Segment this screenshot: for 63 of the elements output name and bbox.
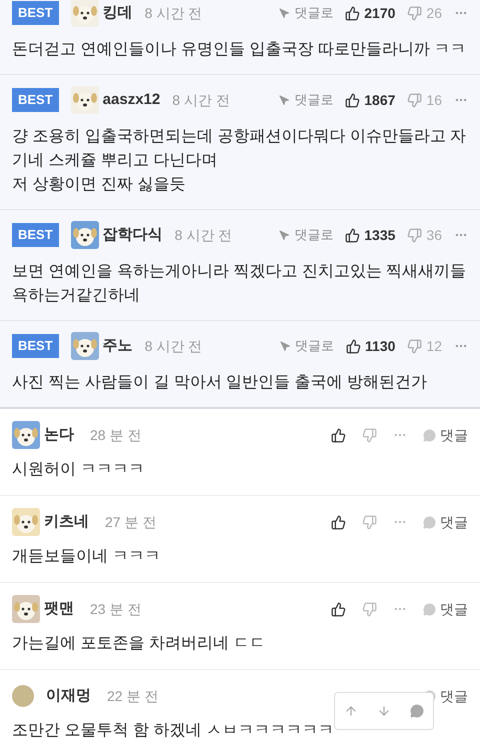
author-name[interactable]: 논다 — [44, 424, 74, 446]
comment-time: 8 시간 전 — [174, 226, 232, 244]
comment-text: 가는길에 포토존을 차려버리네 ㄷㄷ — [12, 634, 266, 654]
arrow-down-icon[interactable] — [376, 704, 391, 718]
send-icon — [279, 8, 290, 18]
comment-time: 23 분 전 — [90, 600, 142, 618]
avatar — [12, 685, 34, 707]
author-name[interactable]: 킹데 — [102, 2, 133, 24]
comment-text: 돈더걷고 연예인들이나 유명인들 입출국장 따로만들라니까 ㅋㅋ — [12, 40, 468, 60]
like-button[interactable]: 2170 — [345, 2, 396, 24]
author-name[interactable]: 잡학다식 — [102, 224, 163, 246]
like-button[interactable]: 1335 — [345, 224, 396, 246]
thumbs-up-icon[interactable] — [331, 428, 346, 442]
best-badge: BEST — [12, 223, 59, 247]
comment-time: 8 시간 전 — [144, 336, 202, 356]
reply-button[interactable]: 댓글 — [423, 598, 468, 620]
thumbs-down-icon — [407, 92, 422, 108]
like-button[interactable]: 1130 — [346, 336, 396, 356]
thumbs-up-icon — [345, 6, 360, 20]
avatar — [12, 595, 40, 623]
author-name[interactable]: 이재멍 — [46, 684, 91, 708]
thumbs-up-icon[interactable] — [331, 602, 346, 616]
avatar — [70, 0, 99, 27]
avatar — [70, 86, 99, 114]
thumbs-down-icon — [407, 228, 422, 242]
thumbs-up-icon — [345, 228, 360, 242]
comment-text: 사진 찍는 사람들이 길 막아서 일반인들 출국에 방해된건가 — [12, 373, 428, 393]
reply-button[interactable]: 댓글 — [423, 512, 468, 532]
send-icon — [279, 94, 290, 106]
avatar — [12, 421, 40, 449]
best-badge: BEST — [12, 334, 59, 358]
thumbs-down-icon[interactable] — [362, 428, 377, 442]
author-name[interactable]: 주노 — [102, 334, 133, 358]
avatar — [12, 508, 40, 536]
thumbs-up-icon[interactable] — [331, 514, 346, 530]
comment-text: 걍 조용히 입출국하면되는데 공항패션이다뭐다 이슈만들라고 자기네 스케쥴 뿌리고 다닌다며 저 상황이면 진짜 싫을듯 — [12, 127, 468, 195]
comment-time: 8 시간 전 — [144, 4, 202, 22]
best-badge: BEST — [12, 88, 59, 112]
comment-time: 27 분 전 — [105, 512, 156, 532]
comment-text: 개듣보들이네 ㅋㅋㅋ — [12, 547, 160, 567]
thumbs-down-icon — [407, 6, 422, 20]
thumbs-down-icon[interactable] — [362, 602, 377, 616]
comment-time: 22 분 전 — [107, 686, 158, 706]
author-name[interactable]: 키츠네 — [44, 510, 89, 534]
thumbs-up-icon — [346, 338, 362, 354]
avatar — [70, 332, 99, 360]
thumbs-down-icon — [407, 338, 422, 354]
comment-text: 시원허이 ㅋㅋㅋㅋ — [12, 460, 144, 480]
author-name[interactable]: aaszx12 — [102, 88, 160, 112]
avatar — [70, 221, 99, 249]
send-icon — [280, 340, 292, 352]
author-name[interactable]: 팻맨 — [44, 598, 74, 620]
like-button[interactable]: 1867 — [345, 90, 396, 110]
thumbs-down-icon[interactable] — [362, 514, 377, 530]
reply-button[interactable]: 댓글 — [423, 424, 468, 446]
comment-time: 28 분 전 — [90, 426, 142, 444]
comment-text: 조만간 오물투척 함 하겠네 ㅅㅂㅋㅋㅋㅋㅋㅋ — [12, 721, 334, 741]
send-icon — [279, 230, 290, 240]
comment-time: 8 시간 전 — [172, 90, 230, 110]
best-badge: BEST — [12, 1, 59, 25]
thumbs-up-icon — [345, 92, 360, 108]
arrow-up-icon[interactable] — [344, 704, 358, 718]
comment-text: 보면 연예인을 욕하는게아니라 찍겠다고 진치고있는 찍새새끼들 욕하는거같긴하네 — [12, 262, 468, 306]
